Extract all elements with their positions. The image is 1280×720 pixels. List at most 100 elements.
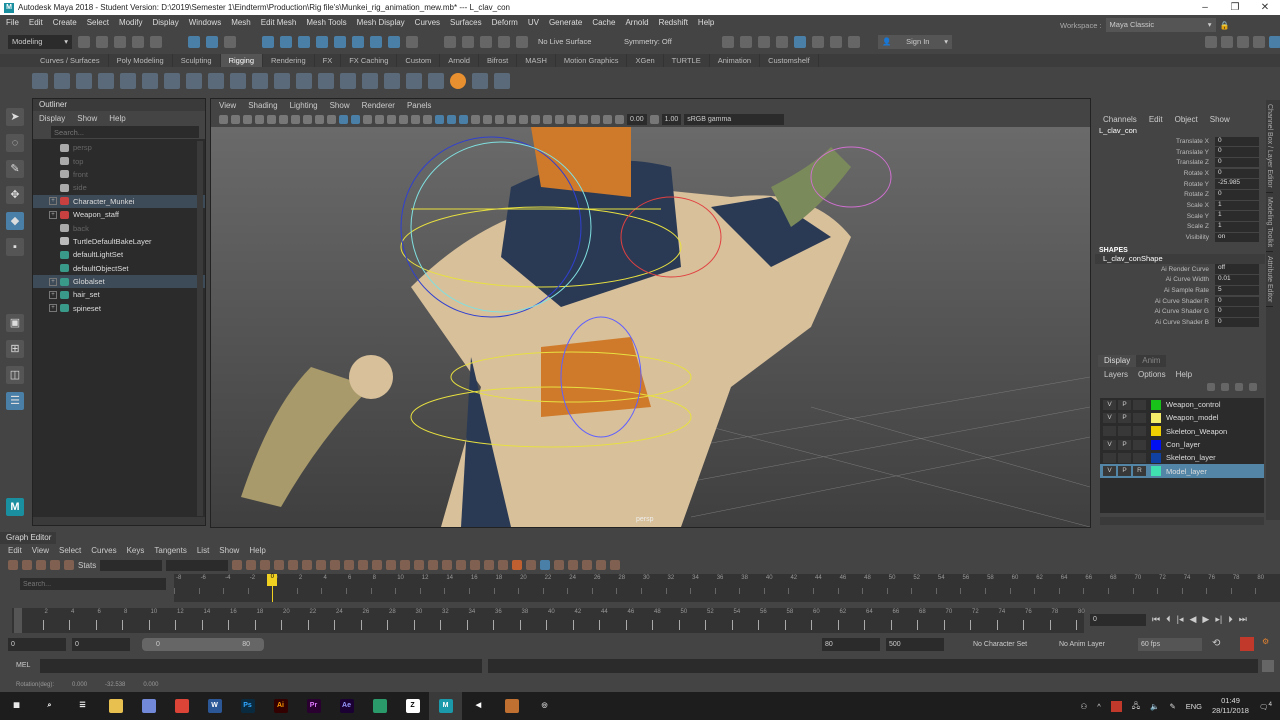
taskbar-app-4[interactable] xyxy=(132,692,165,720)
graph-tool-icon[interactable] xyxy=(568,560,579,570)
channel-menu-object[interactable]: Object xyxy=(1175,115,1198,124)
character-controls-toggle-icon[interactable] xyxy=(1221,36,1233,48)
shelf-tab-bifrost[interactable]: Bifrost xyxy=(479,54,518,67)
layer-name[interactable]: Model_layer xyxy=(1166,467,1207,476)
channel-value[interactable]: off xyxy=(1215,264,1259,274)
viewport-tool-icon[interactable] xyxy=(519,115,528,124)
channel-value[interactable]: 5 xyxy=(1215,285,1259,296)
outliner-layout-icon[interactable]: ☰ xyxy=(6,392,24,410)
shelf-tab-arnold[interactable]: Arnold xyxy=(440,54,479,67)
outliner-hscrollbar[interactable] xyxy=(33,517,205,525)
stats-field-2[interactable] xyxy=(166,559,229,571)
channel-menu-edit[interactable]: Edit xyxy=(1149,115,1163,124)
viewport-tool-icon[interactable] xyxy=(615,115,624,124)
live-surface-field[interactable]: No Live Surface xyxy=(534,35,614,49)
rotate-tool-icon[interactable]: ◆ xyxy=(6,212,24,230)
new-scene-icon[interactable] xyxy=(78,36,90,48)
layer-name[interactable]: Weapon_control xyxy=(1166,400,1220,409)
viewport-tool-icon[interactable] xyxy=(231,115,240,124)
side-tab-attribute-editor[interactable]: Attribute Editor xyxy=(1266,252,1273,308)
step-forward-frame-icon[interactable]: ⏵ xyxy=(1228,614,1233,625)
render-settings-icon[interactable] xyxy=(776,36,788,48)
viewport-tool-icon[interactable] xyxy=(375,115,384,124)
channel-row[interactable]: Scale X1 xyxy=(1095,200,1265,211)
taskbar-app-15[interactable] xyxy=(495,692,528,720)
taskbar-app-1[interactable]: ⌕ xyxy=(33,692,66,720)
outliner-item[interactable]: top xyxy=(33,154,205,167)
graph-menu-tangents[interactable]: Tangents xyxy=(154,546,186,555)
channel-label[interactable]: Translate Z xyxy=(1095,159,1215,166)
playback-toggle[interactable] xyxy=(1118,426,1131,437)
viewport-tool-icon[interactable] xyxy=(363,115,372,124)
help-icon[interactable] xyxy=(388,36,400,48)
lock-icon[interactable] xyxy=(406,36,418,48)
graph-tool-icon[interactable] xyxy=(302,560,313,570)
viewport-tool-icon[interactable] xyxy=(387,115,396,124)
viewport-tool-icon[interactable] xyxy=(495,115,504,124)
taskbar-app-0[interactable]: ▦ xyxy=(0,692,33,720)
taskbar-app-12[interactable]: Z xyxy=(396,692,429,720)
wire-icon[interactable] xyxy=(142,73,158,89)
outliner-item[interactable]: + hair_set xyxy=(33,288,205,301)
antivirus-icon[interactable] xyxy=(1110,700,1122,712)
layer-color-swatch[interactable] xyxy=(1151,412,1161,423)
channel-value[interactable]: 0 xyxy=(1215,157,1259,168)
reference-toggle[interactable]: R xyxy=(1133,466,1146,477)
graph-tool-icon[interactable] xyxy=(428,560,439,570)
viewport-tool-icon[interactable] xyxy=(267,115,276,124)
anim-start-field[interactable]: 0 xyxy=(8,638,66,651)
layer-color-swatch[interactable] xyxy=(1151,399,1161,410)
anim-end-field[interactable]: 500 xyxy=(886,638,944,651)
sculpt-deformer-icon[interactable] xyxy=(164,73,180,89)
layer-row[interactable]: Skeleton_layer xyxy=(1100,451,1264,464)
graph-tool-icon[interactable] xyxy=(246,560,257,570)
channel-label[interactable]: Scale Z xyxy=(1095,223,1215,230)
viewport-tool-icon[interactable] xyxy=(315,115,324,124)
timeline-current-marker[interactable] xyxy=(14,608,22,633)
loop-icon[interactable]: ⟲ xyxy=(1212,638,1220,649)
outliner-item[interactable]: TurtleDefaultBakeLayer xyxy=(33,235,205,248)
construction-icon[interactable] xyxy=(462,36,474,48)
graph-tool-icon[interactable] xyxy=(526,560,537,570)
minimize-button[interactable]: – xyxy=(1190,0,1220,15)
graph-tool-icon[interactable] xyxy=(316,560,327,570)
notifications-icon[interactable]: 🗨4 xyxy=(1259,701,1272,712)
pole-vector-icon[interactable] xyxy=(428,73,444,89)
menu-display[interactable]: Display xyxy=(153,18,179,27)
show-hidden-icon[interactable]: ^ xyxy=(1097,702,1101,711)
paint-select-icon[interactable]: ✎ xyxy=(6,160,24,178)
menu-edit-mesh[interactable]: Edit Mesh xyxy=(261,18,297,27)
viewport-menu-panels[interactable]: Panels xyxy=(407,101,431,110)
menu-generate[interactable]: Generate xyxy=(549,18,582,27)
taskbar-app-2[interactable]: ☰ xyxy=(66,692,99,720)
playback-toggle[interactable]: P xyxy=(1118,399,1131,410)
channel-label[interactable]: Translate X xyxy=(1095,138,1215,145)
reference-toggle[interactable] xyxy=(1133,439,1146,450)
layer-menu-help[interactable]: Help xyxy=(1176,370,1192,379)
layer-color-swatch[interactable] xyxy=(1151,466,1161,477)
graph-tool-icon[interactable] xyxy=(8,560,18,570)
layer-row[interactable]: V P R Model_layer xyxy=(1100,464,1264,478)
constraint-point-icon[interactable] xyxy=(340,73,356,89)
undo-icon[interactable] xyxy=(132,36,144,48)
graph-tool-icon[interactable] xyxy=(386,560,397,570)
sign-in-button[interactable]: 👤 Sign In ▾ xyxy=(878,35,952,49)
viewport-menu-shading[interactable]: Shading xyxy=(248,101,277,110)
graph-tool-icon[interactable] xyxy=(274,560,285,570)
channel-row[interactable]: Translate Z0 xyxy=(1095,157,1265,168)
menu-deform[interactable]: Deform xyxy=(492,18,518,27)
symmetry-dropdown[interactable]: Symmetry: Off xyxy=(620,35,700,49)
network-icon[interactable]: 🖧 xyxy=(1132,700,1140,713)
expand-icon[interactable]: + xyxy=(49,210,57,219)
viewport-tool-icon[interactable] xyxy=(555,115,564,124)
layer-row[interactable]: V P Weapon_control xyxy=(1100,398,1264,411)
outliner-scrollbar[interactable] xyxy=(197,141,203,516)
joint-tool-icon[interactable] xyxy=(32,73,48,89)
outliner-item[interactable]: + spineset xyxy=(33,302,205,315)
character-set-dropdown[interactable]: No Character Set xyxy=(970,638,1032,651)
menu-mesh-display[interactable]: Mesh Display xyxy=(357,18,405,27)
channel-label[interactable]: Rotate Y xyxy=(1095,181,1215,188)
shelf-tab-rigging[interactable]: Rigging xyxy=(220,54,264,67)
channel-menu-channels[interactable]: Channels xyxy=(1103,115,1137,124)
workspace-lock-icon[interactable]: 🔒 xyxy=(1220,21,1230,30)
